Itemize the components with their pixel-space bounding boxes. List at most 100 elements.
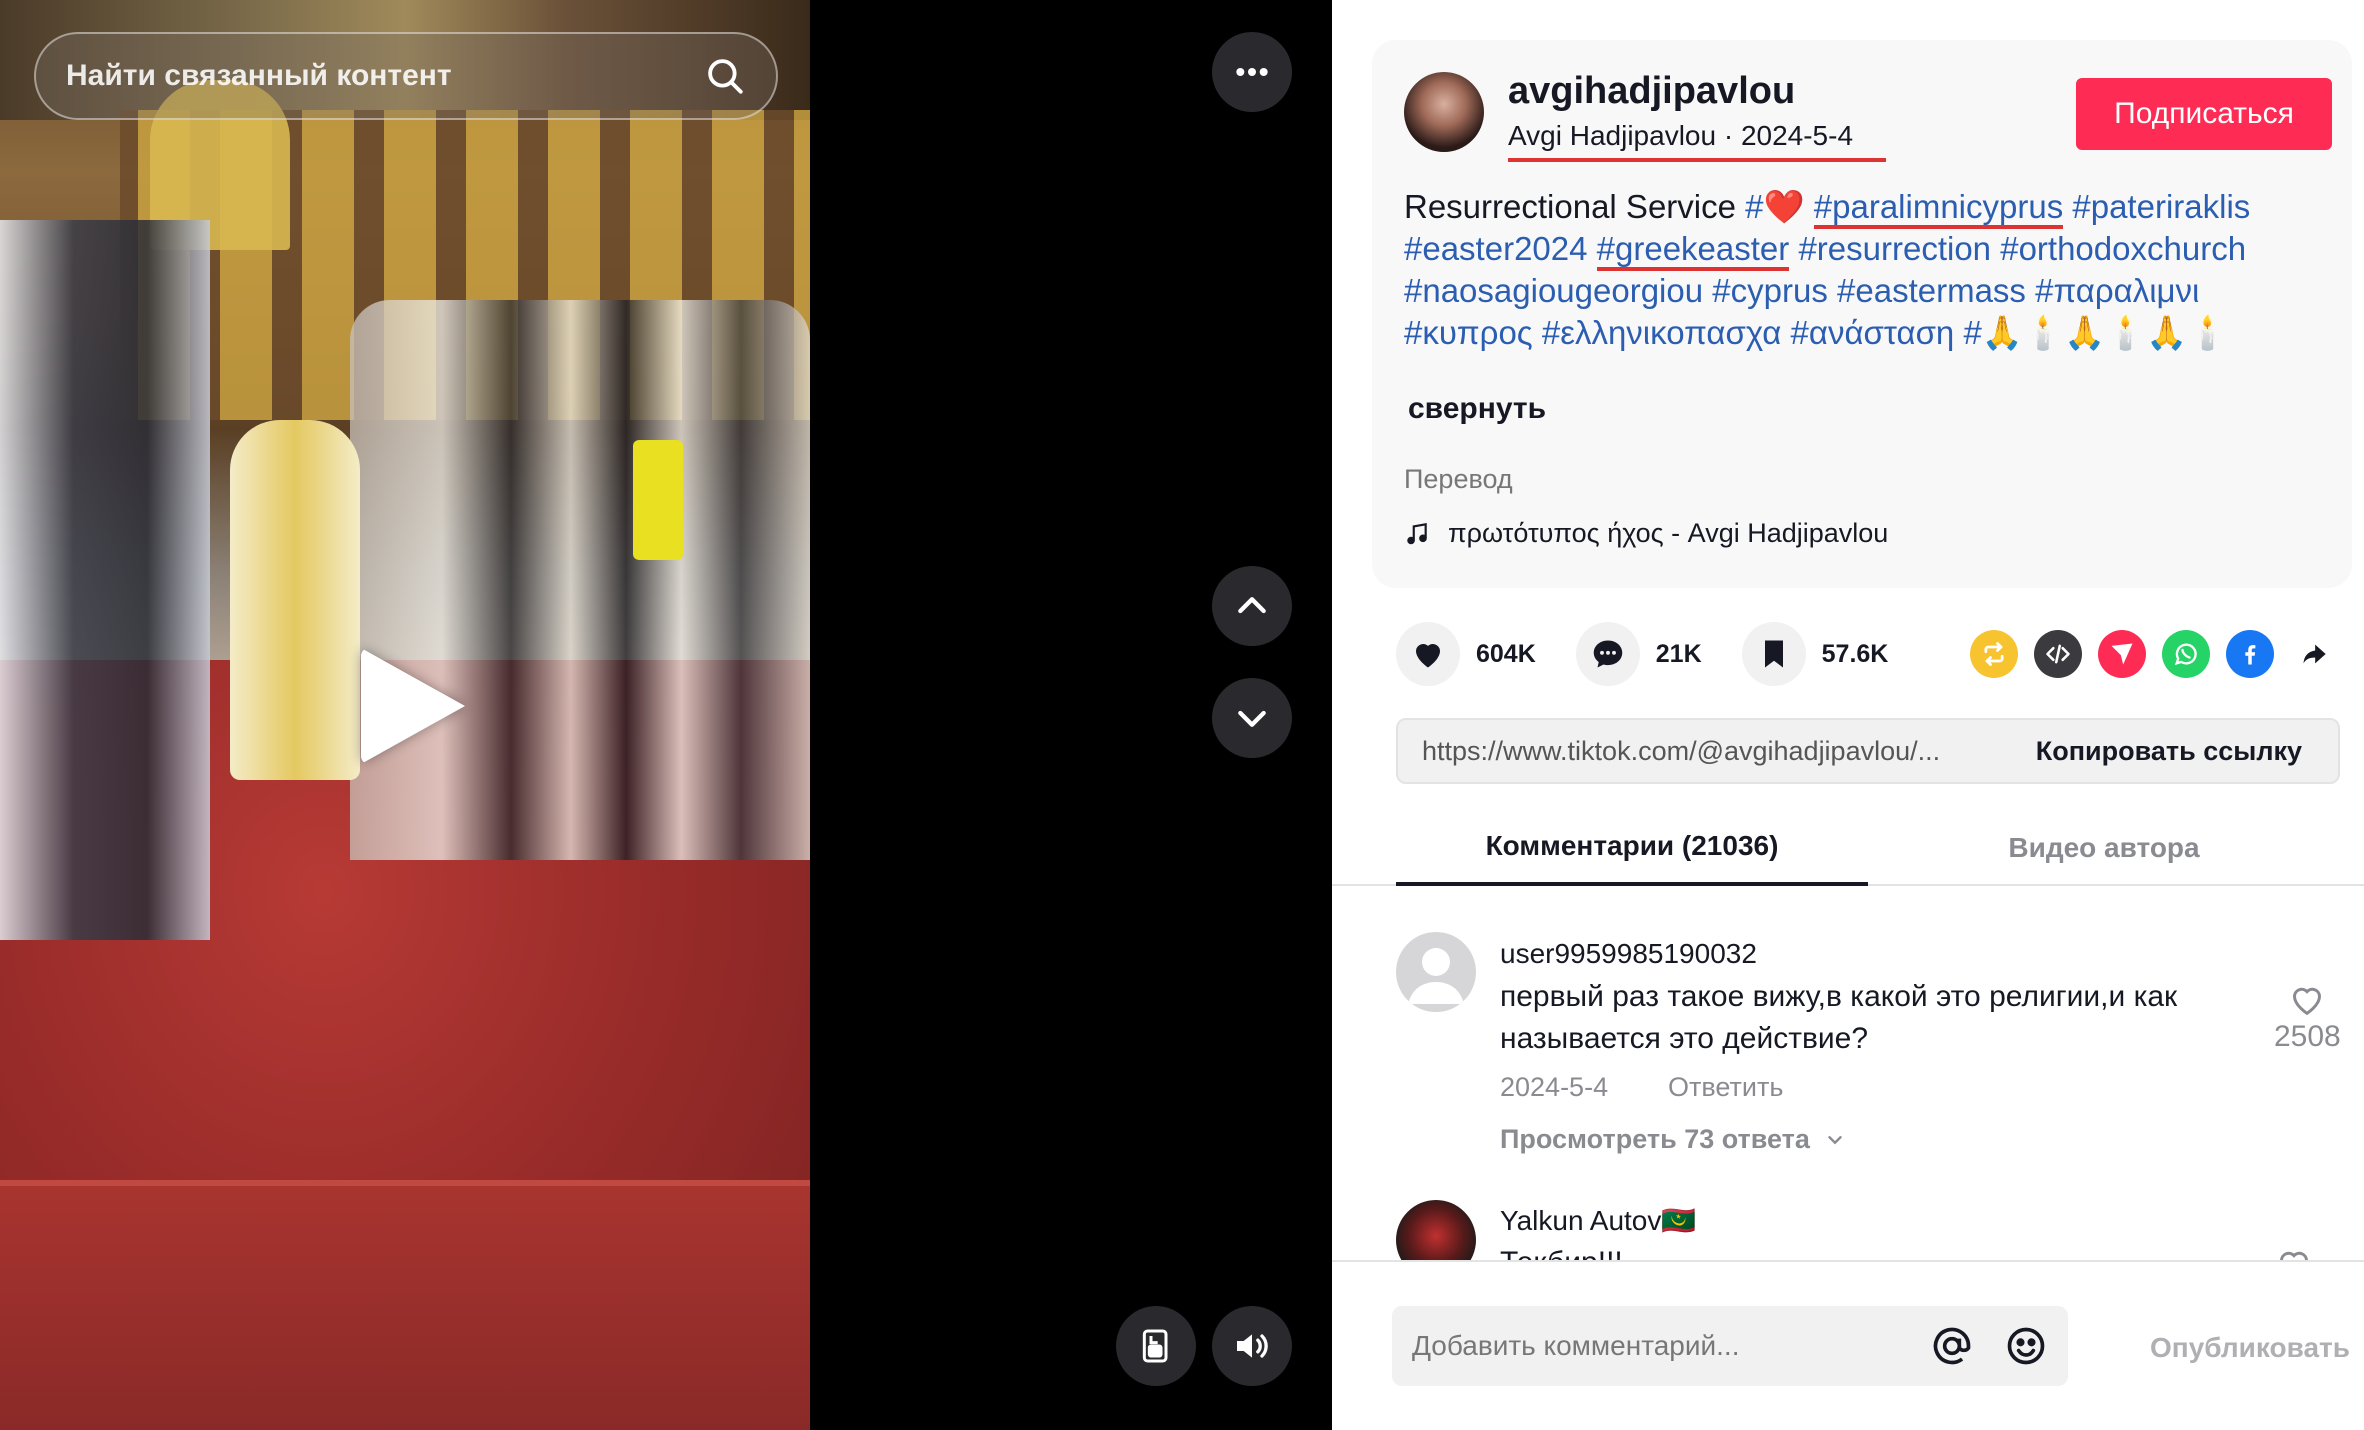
volume-button[interactable] — [1212, 1306, 1292, 1386]
previous-video-button[interactable] — [1212, 566, 1292, 646]
priest-figure — [230, 420, 360, 780]
send-icon — [2111, 643, 2133, 665]
search-icon[interactable] — [704, 55, 746, 97]
heart-outline-icon[interactable] — [2274, 1244, 2314, 1260]
hashtag[interactable]: #paralimnicyprus — [1813, 188, 2064, 229]
comment-date: 2024-5-4 — [1500, 1072, 1609, 1102]
hashtag[interactable]: #κυπρος — [1404, 314, 1533, 351]
save-count: 57.6K — [1821, 639, 1889, 668]
share-arrow-icon — [2303, 644, 2326, 664]
music-title[interactable]: πρωτότυπος ήχος - Avgi Hadjipavlou — [1448, 518, 1888, 549]
chevron-down-icon — [1828, 1135, 1842, 1144]
like-count: 604K — [1476, 639, 1536, 668]
reply-button[interactable]: Ответить — [1668, 1072, 1783, 1103]
emoji-icon[interactable] — [2004, 1324, 2048, 1368]
like-stat[interactable]: 604K — [1396, 622, 1536, 686]
repost-button[interactable] — [1970, 630, 2018, 678]
comment-text: Текбир!!! — [1500, 1242, 2260, 1260]
share-row — [1970, 630, 2338, 678]
embed-icon — [2046, 644, 2070, 664]
chevron-down-icon — [1238, 710, 1266, 727]
embed-button[interactable] — [2034, 630, 2082, 678]
copy-link-button[interactable]: Копировать ссылку — [2000, 736, 2338, 767]
facebook-button[interactable] — [2226, 630, 2274, 678]
avatar[interactable] — [1396, 932, 1476, 1012]
video-player[interactable]: Найти связанный контент — [0, 0, 1332, 1430]
carpet-step — [0, 1180, 810, 1430]
engagement-bar: 604K 21K 57.6K — [1396, 622, 1928, 686]
author-meta[interactable]: Avgi Hadjipavlou · 2024-5-4 — [1508, 120, 1853, 152]
app-root: Найти связанный контент avgihadjipavlou … — [0, 0, 2364, 1430]
heart-icon — [1416, 644, 1440, 668]
hashtag[interactable]: #eastermass — [1837, 272, 2026, 309]
hashtag[interactable]: #ανάσταση — [1791, 314, 1955, 351]
hashtag[interactable]: #easter2024 — [1404, 230, 1587, 267]
view-replies-label[interactable]: Просмотреть 73 ответа — [1500, 1124, 1810, 1155]
details-panel: avgihadjipavlou Avgi Hadjipavlou · 2024-… — [1332, 0, 2364, 1430]
crowd-left — [0, 220, 210, 940]
follow-button[interactable]: Подписаться — [2076, 78, 2332, 150]
music-note-icon — [1407, 522, 1427, 544]
hashtag[interactable]: #pateriraklis — [2072, 188, 2250, 225]
copy-link-box[interactable]: https://www.tiktok.com/@avgihadjipavlou/… — [1396, 718, 2340, 784]
comment-stat[interactable]: 21K — [1575, 622, 1702, 686]
description-card: avgihadjipavlou Avgi Hadjipavlou · 2024-… — [1372, 40, 2352, 588]
annotation-underline — [1508, 158, 1886, 162]
author-username[interactable]: avgihadjipavlou — [1508, 70, 1795, 113]
view-replies-button[interactable]: Просмотреть 73 ответа — [1500, 1124, 1846, 1155]
post-comment-button[interactable]: Опубликовать — [2150, 1332, 2350, 1364]
hashtag[interactable]: #naosagiougeorgiou — [1404, 272, 1703, 309]
next-video-button[interactable] — [1212, 678, 1292, 758]
mini-player-button[interactable] — [1116, 1306, 1196, 1386]
hashtag[interactable]: # — [1745, 188, 1763, 225]
mention-icon[interactable] — [1930, 1324, 1974, 1368]
like-button[interactable] — [1396, 622, 1460, 686]
hashtag[interactable]: #ελληνικοπασχα — [1542, 314, 1782, 351]
comment-username[interactable]: user9959985190032 — [1500, 938, 1757, 970]
mini-player-icon — [1142, 1329, 1168, 1363]
facebook-icon — [2245, 645, 2256, 665]
whatsapp-icon — [2174, 643, 2197, 666]
caption-text: Resurrectional Service — [1404, 188, 1736, 225]
comment-composer: Добавить комментарий... Опубликовать — [1332, 1260, 2364, 1430]
heart-outline-icon[interactable] — [2287, 980, 2327, 1020]
comment-button[interactable] — [1575, 622, 1640, 686]
translate-button[interactable]: Перевод — [1404, 464, 1513, 495]
heart-emoji: ❤️ — [1763, 188, 1805, 225]
bookmark-icon — [1764, 640, 1783, 668]
comment-count: 21K — [1655, 639, 1702, 668]
save-button[interactable] — [1741, 622, 1806, 686]
hashtag[interactable]: #παραλιμνι — [2035, 272, 2199, 309]
video-frame[interactable] — [0, 0, 810, 1430]
search-input[interactable]: Найти связанный контент — [66, 59, 704, 93]
hashtag[interactable]: #resurrection — [1798, 230, 1991, 267]
tab-comments[interactable]: Комментарии (21036) — [1396, 810, 1868, 886]
hashtag[interactable]: # — [1963, 314, 1981, 351]
hashtag[interactable]: #greekeaster — [1596, 230, 1790, 271]
volume-icon — [1237, 1334, 1268, 1358]
collapse-button[interactable]: свернуть — [1408, 392, 1546, 426]
comment-list: user9959985190032 первый раз такое вижу,… — [1332, 888, 2364, 1260]
hashtag[interactable]: #cyprus — [1712, 272, 1828, 309]
trailing-emoji: 🙏🕯️🙏🕯️🙏🕯️ — [1981, 314, 2229, 351]
play-icon[interactable] — [361, 648, 465, 764]
more-share-button[interactable] — [2290, 630, 2338, 678]
comment-like[interactable] — [2274, 1244, 2314, 1260]
tab-creator-videos[interactable]: Видео автора — [1868, 810, 2340, 886]
related-search-bar[interactable]: Найти связанный контент — [34, 32, 778, 120]
comment-input[interactable]: Добавить комментарий... — [1412, 1330, 1900, 1362]
comment-like[interactable]: 2508 — [2274, 980, 2341, 1054]
comment-username[interactable]: Yalkun Autov🇲🇷 — [1500, 1204, 1696, 1237]
avatar[interactable] — [1396, 1200, 1476, 1260]
music-link[interactable]: πρωτότυπος ήχος - Avgi Hadjipavlou — [1404, 518, 1888, 549]
panel-tabs: Комментарии (21036) Видео автора — [1332, 810, 2364, 886]
send-button[interactable] — [2098, 630, 2146, 678]
video-url[interactable]: https://www.tiktok.com/@avgihadjipavlou/… — [1398, 736, 2000, 767]
save-stat[interactable]: 57.6K — [1741, 622, 1889, 686]
hashtag[interactable]: #orthodoxchurch — [2000, 230, 2246, 267]
more-options-button[interactable] — [1212, 32, 1292, 112]
avatar[interactable] — [1404, 72, 1484, 152]
whatsapp-button[interactable] — [2162, 630, 2210, 678]
comment-input-box[interactable]: Добавить комментарий... — [1392, 1306, 2068, 1386]
comment-like-count: 2508 — [2274, 1020, 2341, 1053]
